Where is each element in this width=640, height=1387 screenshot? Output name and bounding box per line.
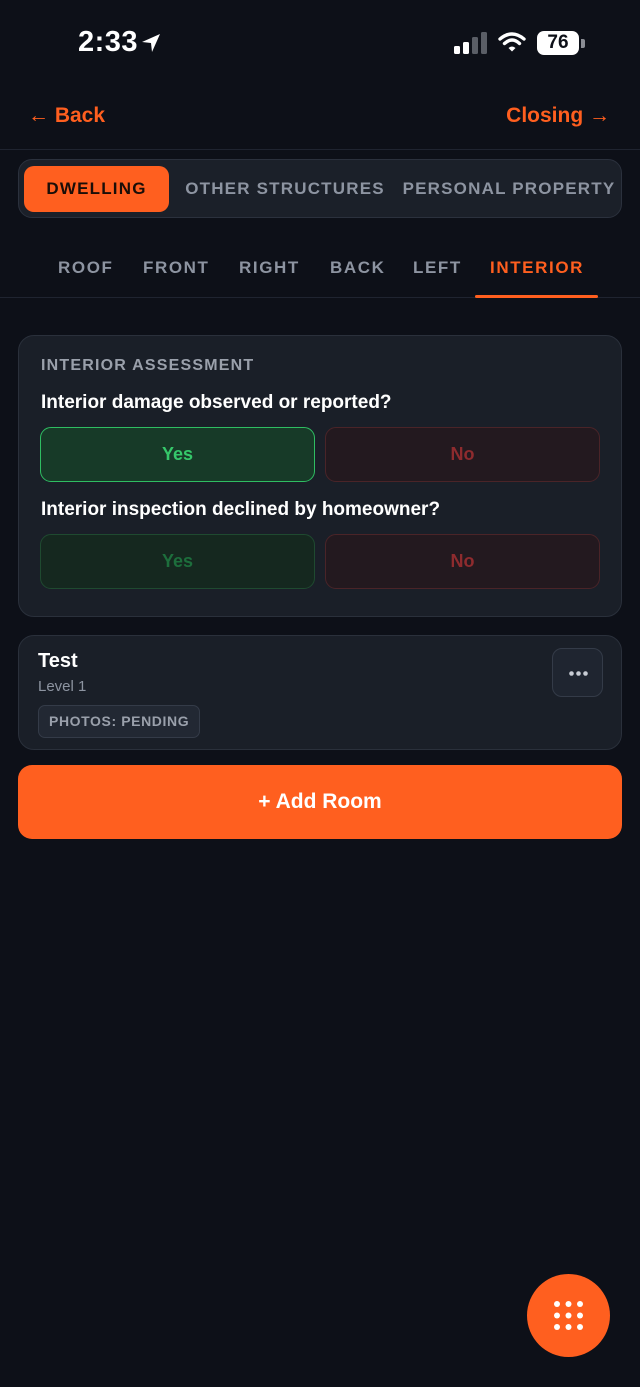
wifi-icon bbox=[498, 32, 526, 52]
tab-interior[interactable]: INTERIOR bbox=[490, 258, 584, 278]
grid-dots-icon bbox=[554, 1301, 583, 1330]
more-horizontal-icon bbox=[569, 671, 588, 676]
back-button[interactable]: ← Back bbox=[28, 104, 105, 128]
status-time: 2:33 bbox=[78, 26, 139, 58]
segment-dwelling[interactable]: DWELLING bbox=[24, 166, 169, 212]
status-bar: 2:33 76 bbox=[0, 0, 640, 88]
location-arrow-icon bbox=[142, 34, 160, 52]
tab-front[interactable]: FRONT bbox=[143, 258, 210, 278]
card-title: INTERIOR ASSESSMENT bbox=[41, 357, 255, 374]
photos-status-badge: PHOTOS: PENDING bbox=[38, 705, 201, 738]
tab-left[interactable]: LEFT bbox=[413, 258, 462, 278]
room-more-button[interactable] bbox=[552, 648, 603, 697]
active-tab-indicator bbox=[475, 295, 598, 298]
closing-button[interactable]: Closing → bbox=[506, 104, 610, 128]
tab-right[interactable]: RIGHT bbox=[239, 258, 300, 278]
battery-icon: 76 bbox=[537, 31, 579, 55]
segment-other-structures[interactable]: OTHER STRUCTURES bbox=[179, 166, 391, 212]
interior-assessment-card: INTERIOR ASSESSMENT Interior damage obse… bbox=[18, 335, 622, 617]
room-card[interactable]: Test Level 1 PHOTOS: PENDING bbox=[18, 635, 622, 750]
question-declined-label: Interior inspection declined by homeowne… bbox=[41, 499, 441, 520]
menu-fab-button[interactable] bbox=[527, 1274, 610, 1357]
battery-level: 76 bbox=[547, 32, 569, 53]
segment-personal-property[interactable]: PERSONAL PROPERTY bbox=[401, 166, 617, 212]
declined-no-button[interactable]: No bbox=[325, 534, 600, 589]
header-divider bbox=[0, 149, 640, 150]
tab-roof[interactable]: ROOF bbox=[58, 258, 114, 278]
signal-icon bbox=[454, 32, 487, 54]
battery-cap bbox=[581, 39, 585, 48]
room-name: Test bbox=[38, 650, 78, 672]
damage-no-button[interactable]: No bbox=[325, 427, 600, 482]
coverage-segmented-control: DWELLING OTHER STRUCTURES PERSONAL PROPE… bbox=[18, 159, 622, 218]
room-level: Level 1 bbox=[38, 678, 87, 695]
declined-yes-button[interactable]: Yes bbox=[40, 534, 315, 589]
tab-back[interactable]: BACK bbox=[330, 258, 386, 278]
question-damage-label: Interior damage observed or reported? bbox=[41, 392, 392, 413]
damage-yes-button[interactable]: Yes bbox=[40, 427, 315, 482]
add-room-button[interactable]: + Add Room bbox=[18, 765, 622, 839]
